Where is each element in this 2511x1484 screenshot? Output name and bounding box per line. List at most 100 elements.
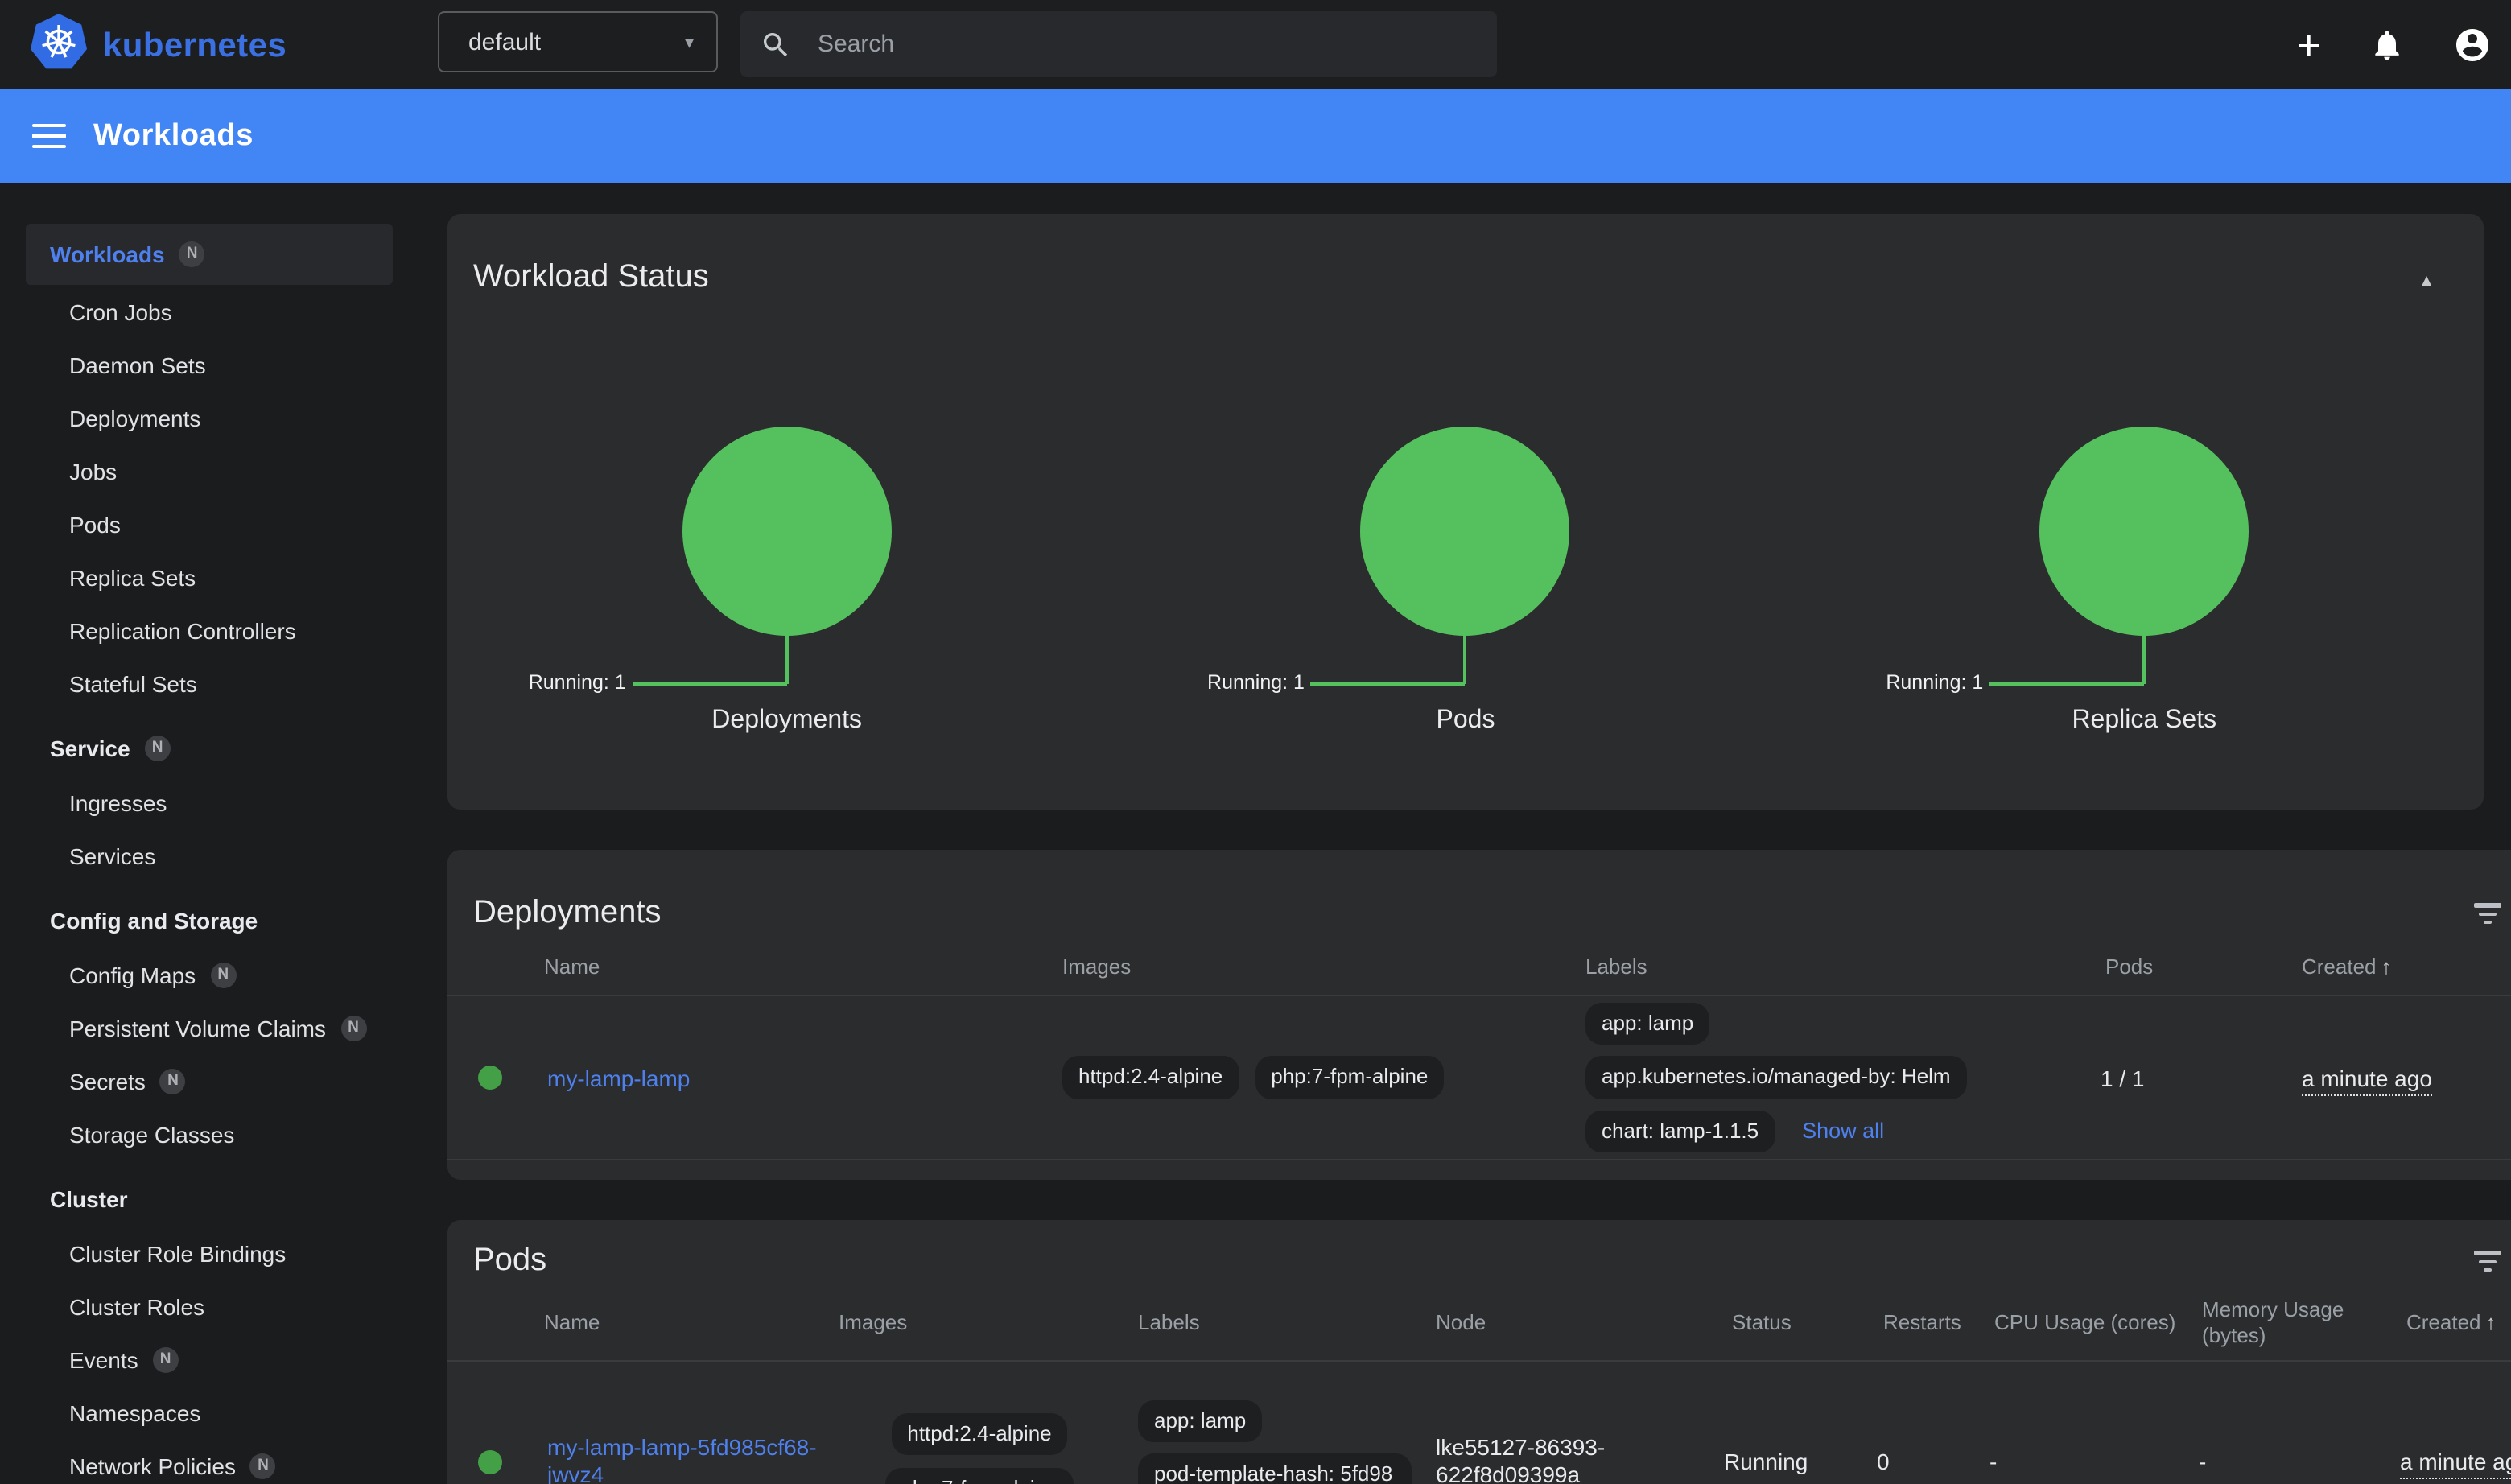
sidebar-item-stateful-sets[interactable]: Stateful Sets (0, 657, 418, 710)
pods-table-header: Name Images Labels Node Status Restarts … (447, 1284, 2511, 1360)
new-badge: N (179, 241, 205, 267)
pod-status: Running (1708, 1449, 1861, 1474)
label-chip: app: lamp (1138, 1400, 1262, 1443)
image-chip: php:7-fpm-alpine (884, 1468, 1074, 1484)
chevron-down-icon: ▾ (685, 31, 694, 52)
sidebar-item-jobs[interactable]: Jobs (0, 444, 418, 497)
column-header-name[interactable]: Name (531, 954, 1046, 978)
pods-card-title: Pods (473, 1243, 546, 1284)
sidebar-item-cluster-role-bindings[interactable]: Cluster Role Bindings (0, 1226, 418, 1280)
new-badge: N (160, 1068, 186, 1094)
search-icon (760, 28, 792, 60)
pod-node: lke55127-86393-622f8d09399a (1436, 1433, 1605, 1484)
column-header-node[interactable]: Node (1418, 1310, 1708, 1334)
topbar-actions: + (2297, 0, 2492, 89)
column-header-labels[interactable]: Labels (1120, 1310, 1418, 1334)
top-bar: kubernetes default ▾ + (0, 0, 2511, 89)
pie-callout-line (2142, 634, 2146, 684)
deployment-pods-count: 1 / 1 (2084, 1065, 2286, 1090)
filter-icon[interactable] (2458, 1242, 2511, 1284)
column-header-name[interactable]: Name (531, 1310, 821, 1334)
sidebar-item-secrets[interactable]: Secrets N (0, 1054, 418, 1107)
column-header-restarts[interactable]: Restarts (1861, 1310, 1973, 1334)
image-chip: php:7-fpm-alpine (1255, 1057, 1444, 1099)
pod-table-row: my-lamp-lamp-5fd985cf68-jwvz4 httpd:2.4-… (447, 1362, 2511, 1484)
sidebar-item-storage-classes[interactable]: Storage Classes (0, 1107, 418, 1160)
show-all-link[interactable]: Show all (1802, 1119, 1884, 1144)
sidebar-item-replica-sets[interactable]: Replica Sets (0, 550, 418, 604)
sort-ascending-icon: ↑ (2381, 954, 2392, 978)
column-header-memory-usage[interactable]: Memory Usage (bytes) (2183, 1297, 2384, 1346)
pie-callout-line (633, 682, 787, 686)
pie-callout-line (1464, 634, 1467, 684)
sidebar-item-cluster[interactable]: Cluster (0, 1172, 418, 1226)
new-badge: N (210, 962, 236, 987)
deployments-card: Deployments Name Images Labels Pods Crea… (447, 850, 2511, 1180)
app-bar: Workloads (0, 89, 2511, 183)
chart-title: Replica Sets (1805, 707, 2484, 736)
kubernetes-logo[interactable]: kubernetes (29, 13, 287, 79)
sidebar-item-daemon-sets[interactable]: Daemon Sets (0, 338, 418, 391)
deployment-name-link[interactable]: my-lamp-lamp (547, 1065, 690, 1090)
workload-status-card: Workload Status ▲ Running: 1 Deployments (447, 214, 2484, 810)
sidebar-item-cluster-roles[interactable]: Cluster Roles (0, 1280, 418, 1333)
sidebar-item-events[interactable]: Events N (0, 1333, 418, 1386)
pod-name-link[interactable]: my-lamp-lamp-5fd985cf68-jwvz4 (547, 1434, 817, 1484)
notifications-bell-icon[interactable] (2369, 27, 2405, 62)
pods-pie-chart: Running: 1 Pods (1126, 427, 1804, 736)
column-header-images[interactable]: Images (1046, 954, 1569, 978)
sidebar-item-persistent-volume-claims[interactable]: Persistent Volume Claims N (0, 1001, 418, 1054)
sidebar-item-workloads[interactable]: Workloads N (26, 224, 393, 285)
create-resource-button[interactable]: + (2297, 23, 2321, 65)
deployment-table-row: my-lamp-lamp httpd:2.4-alpine php:7-fpm-… (447, 996, 2511, 1159)
pod-restarts: 0 (1861, 1449, 1973, 1474)
menu-hamburger-icon[interactable] (32, 117, 66, 155)
sidebar-item-service[interactable]: Service N (0, 721, 418, 776)
deployment-created-age: a minute ago (2302, 1065, 2432, 1095)
sidebar-item-replication-controllers[interactable]: Replication Controllers (0, 604, 418, 657)
deployments-pie-chart: Running: 1 Deployments (447, 427, 1126, 736)
column-header-images[interactable]: Images (821, 1310, 1120, 1334)
pods-card: Pods Name Images Labels Node Status Rest… (447, 1220, 2511, 1484)
pod-memory-usage: - (2183, 1448, 2384, 1474)
filter-icon[interactable] (2458, 894, 2511, 937)
pie-slice-running (682, 427, 892, 636)
pie-slice-running (2039, 427, 2249, 636)
sidebar-item-ingresses[interactable]: Ingresses (0, 776, 418, 829)
label-chip: app: lamp (1585, 1003, 1709, 1045)
deployments-card-title: Deployments (473, 895, 661, 937)
namespace-selector[interactable]: default ▾ (438, 11, 718, 72)
pie-slice-label: Running: 1 (1829, 671, 1983, 694)
sidebar-item-network-policies[interactable]: Network Policies N (0, 1439, 418, 1484)
label-chip: app.kubernetes.io/managed-by: Helm (1585, 1057, 1967, 1099)
divider (447, 1159, 2511, 1160)
pod-created-age: a minute ago (2400, 1449, 2511, 1479)
sidebar-item-namespaces[interactable]: Namespaces (0, 1386, 418, 1439)
pod-cpu-usage: - (1973, 1449, 2183, 1474)
column-header-pods[interactable]: Pods (2084, 954, 2286, 978)
sidebar-item-deployments[interactable]: Deployments (0, 391, 418, 444)
deployments-table-header: Name Images Labels Pods Created↑ (447, 937, 2511, 995)
pie-callout-line (1989, 682, 2144, 686)
pie-callout-line (785, 634, 789, 684)
sidebar-item-pods[interactable]: Pods (0, 497, 418, 550)
sidebar-nav: Workloads N Cron Jobs Daemon Sets Deploy… (0, 183, 418, 1484)
workload-status-charts: Running: 1 Deployments Running: 1 Pods (447, 427, 2484, 736)
collapse-card-icon[interactable]: ▲ (2395, 266, 2458, 301)
new-badge: N (250, 1453, 276, 1478)
column-header-labels[interactable]: Labels (1569, 954, 2084, 978)
column-header-created[interactable]: Created↑ (2286, 954, 2511, 978)
sidebar-item-cron-jobs[interactable]: Cron Jobs (0, 285, 418, 338)
sidebar-item-config-maps[interactable]: Config Maps N (0, 948, 418, 1001)
user-account-avatar[interactable] (2453, 25, 2492, 64)
kubernetes-dashboard: kubernetes default ▾ + (0, 0, 2511, 1484)
label-chip: pod-template-hash: 5fd985cf68 (1138, 1454, 1412, 1484)
column-header-status[interactable]: Status (1708, 1310, 1861, 1334)
sidebar-item-config-and-storage[interactable]: Config and Storage (0, 893, 418, 948)
column-header-created[interactable]: Created↑ (2384, 1310, 2511, 1334)
search-input[interactable] (814, 29, 1478, 60)
column-header-cpu-usage[interactable]: CPU Usage (cores) (1973, 1310, 2183, 1334)
sidebar-item-services[interactable]: Services (0, 829, 418, 882)
status-ok-icon (477, 1066, 501, 1090)
chart-title: Pods (1126, 707, 1804, 736)
